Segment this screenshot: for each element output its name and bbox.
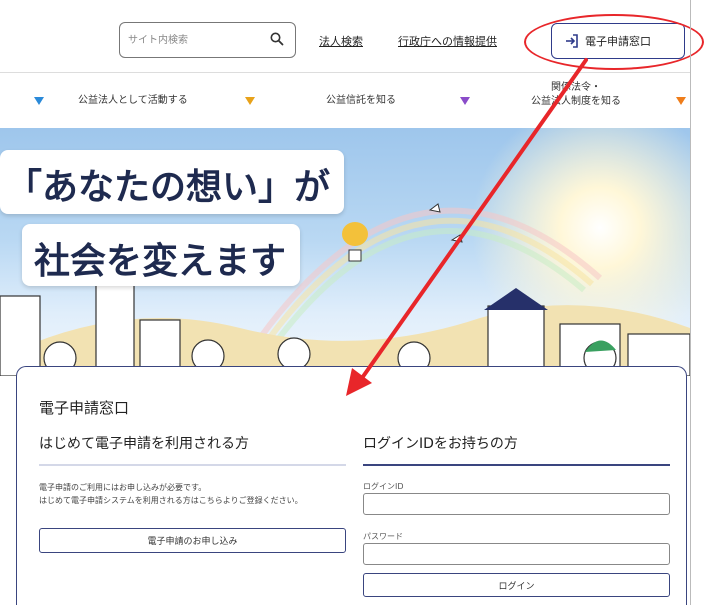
nav-item-laws[interactable]: 関係法令・ 公益法人制度を知る: [531, 81, 621, 108]
first-time-note-line2: はじめて電子申請システムを利用される方はこちらよりご登録ください。: [39, 496, 303, 505]
search-icon[interactable]: [269, 31, 285, 47]
nav-item-laws-line2: 公益法人制度を知る: [531, 95, 621, 107]
hero-headline-line1: 「あなたの想い」が: [0, 150, 345, 214]
search-box: [119, 22, 296, 58]
login-id-field[interactable]: [363, 493, 670, 515]
gov-info-link[interactable]: 行政庁への情報提供: [398, 33, 497, 49]
login-button[interactable]: ログイン: [363, 573, 670, 597]
e-application-button[interactable]: 電子申請窓口: [551, 23, 685, 59]
password-field[interactable]: [363, 543, 670, 565]
first-time-heading: はじめて電子申請を利用される方: [39, 436, 249, 452]
page-edge-divider: [690, 0, 691, 605]
triangle-marker-icon: [245, 97, 255, 105]
nav-item-trust[interactable]: 公益信託を知る: [326, 94, 396, 108]
search-input[interactable]: [128, 31, 258, 49]
e-application-label: 電子申請窓口: [585, 35, 651, 48]
triangle-marker-icon: [460, 97, 470, 105]
e-application-panel: 電子申請窓口 はじめて電子申請を利用される方 電子申請のご利用にはお申し込みが必…: [16, 366, 687, 605]
first-time-note-line1: 電子申請のご利用にはお申し込みが必要です。: [39, 483, 207, 492]
hero-headline-line2: 社会を変えます: [22, 224, 301, 286]
nav-item-activity[interactable]: 公益法人として活動する: [78, 94, 188, 108]
corporation-search-link[interactable]: 法人検索: [319, 33, 363, 49]
password-label: パスワード: [363, 532, 403, 541]
panel-title: 電子申請窓口: [39, 399, 130, 417]
login-arrow-icon: [566, 34, 578, 48]
login-heading: ログインIDをお持ちの方: [363, 436, 518, 452]
triangle-marker-icon: [676, 97, 686, 105]
signup-button[interactable]: 電子申請のお申し込み: [39, 528, 346, 553]
category-nav: 公益法人として活動する 公益信託を知る 関係法令・ 公益法人制度を知る: [0, 72, 690, 128]
login-id-label: ログインID: [363, 482, 404, 491]
site-header: 法人検索 行政庁への情報提供 電子申請窓口: [0, 0, 708, 72]
nav-item-laws-line1: 関係法令・: [551, 82, 601, 93]
login-divider: [363, 464, 670, 466]
triangle-marker-icon: [34, 97, 44, 105]
hero-banner: 「あなたの想い」が 社会を変えます: [0, 128, 690, 376]
first-time-divider: [39, 464, 346, 466]
